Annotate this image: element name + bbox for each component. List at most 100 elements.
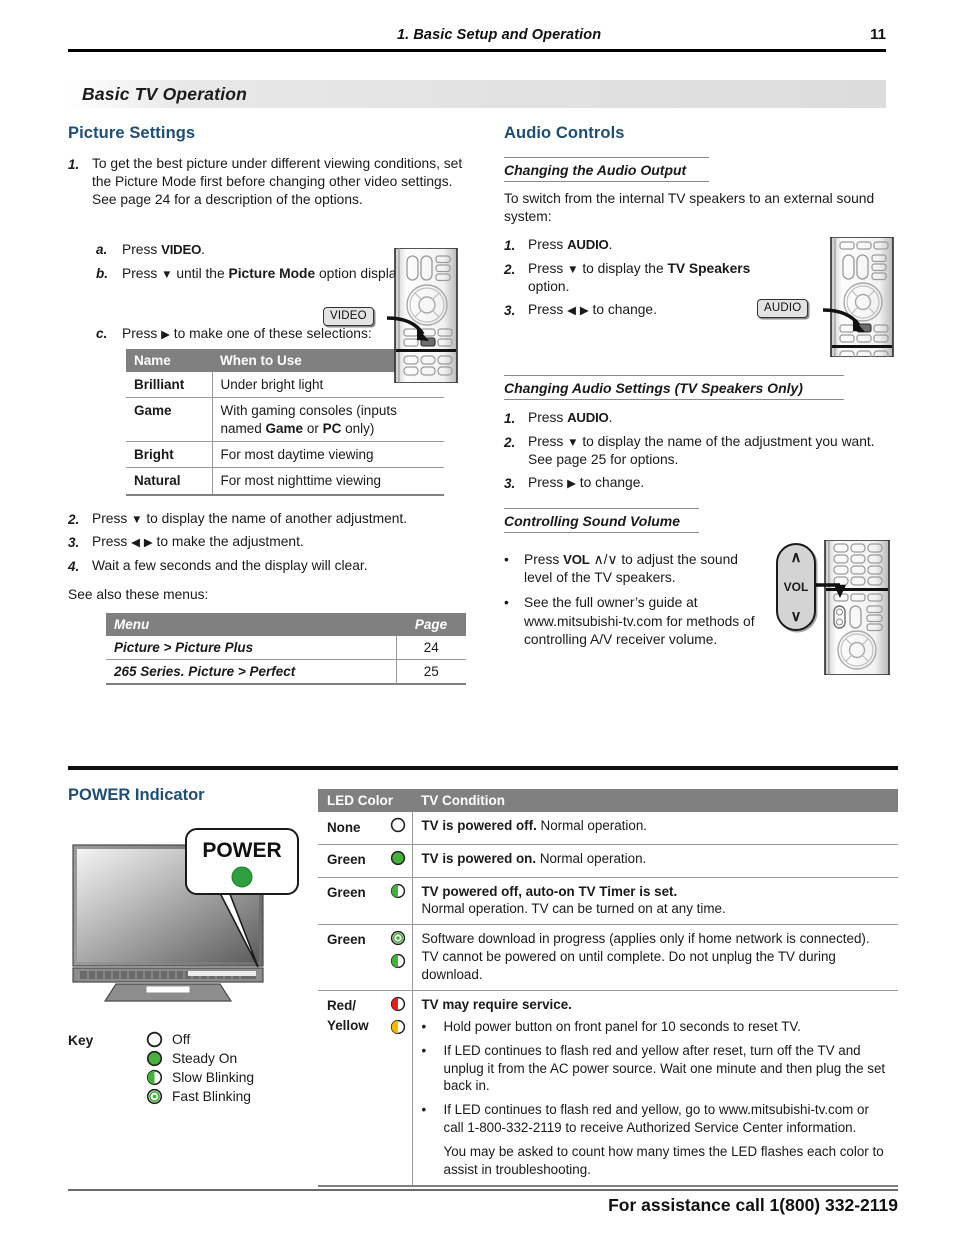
condition-rest: Normal operation. (536, 850, 647, 866)
bullet-text: See the full owner’s guide at www.mitsub… (524, 595, 755, 648)
step-text: To get the best picture under different … (92, 156, 463, 208)
cell-menu-path: Picture > Picture Plus (106, 636, 396, 661)
step-number: 2. (504, 261, 516, 277)
step-text: Press AUDIO. (528, 409, 613, 425)
footer-rule (68, 1189, 898, 1191)
bullet-text: If LED continues to flash red and yellow… (443, 1102, 869, 1136)
list-item: • Hold power button on front panel for 1… (422, 1018, 890, 1036)
arrow-down-icon: ▼ (161, 268, 173, 281)
list-item: • If LED continues to flash red and yell… (422, 1042, 890, 1096)
column-header-name: Name (126, 349, 212, 373)
step-text: Press ▼ to display the name of another a… (92, 510, 408, 526)
arrow-down-icon: ▼ (131, 513, 143, 526)
list-item: 1. To get the best picture under differe… (68, 155, 468, 210)
list-item: 2. Press ▼ to display the name of the ad… (504, 433, 900, 469)
arrow-down-icon: ▼ (567, 263, 579, 276)
list-item: Slow Blinking (146, 1068, 254, 1087)
table-row: Natural For most nighttime viewing (126, 467, 444, 496)
column-header-menu: Menu (106, 613, 396, 637)
cell-when-to-use: For most daytime viewing (212, 441, 444, 469)
section-banner: Basic TV Operation (68, 80, 886, 108)
condition-bold: TV is powered on. (421, 850, 537, 866)
led-off-icon (146, 1031, 172, 1048)
led-color-name: Green (327, 852, 366, 868)
step-text: Press ▶ to change. (528, 474, 645, 490)
chevron-down-icon: ∨ (790, 608, 802, 625)
vol-glyphs: ∧/∨ (593, 551, 618, 567)
led-off-icon (390, 817, 406, 838)
table-row: None TV is powered off. Normal operation… (318, 812, 898, 845)
emphasis: Picture Mode (228, 265, 316, 281)
remote-audio-illustration (822, 236, 894, 360)
led-color-name: Yellow (327, 1017, 369, 1033)
left-column: Picture Settings 1. To get the best pict… (68, 124, 468, 686)
key-label-audio: AUDIO (567, 236, 609, 252)
tv-callout-power-label: POWER (202, 839, 281, 862)
led-fast-blinking-icon (390, 930, 406, 951)
list-item: 2. Press ▼ to display the name of anothe… (68, 510, 468, 529)
arrow-right-icon: ▶ (143, 537, 153, 550)
key-legend-text: Off (172, 1031, 191, 1047)
picture-settings-steps-2: 2. Press ▼ to display the name of anothe… (68, 510, 468, 576)
cell-mode-name: Game (126, 397, 213, 443)
bullet-text: If LED continues to flash red and yellow… (443, 1042, 886, 1094)
table-row: 265 Series. Picture > Perfect 25 (106, 659, 466, 686)
cell-led-color: Green (318, 924, 413, 991)
list-item: • If LED continues to flash red and yell… (422, 1101, 890, 1137)
led-condition-table-wrap: LED Color TV Condition None TV is powere… (318, 789, 898, 1188)
cell-mode-name: Bright (126, 441, 213, 469)
table-row: Green TV is powered on. Normal operation… (318, 844, 898, 878)
substep-letter: c. (96, 326, 108, 342)
arrow-right-icon: ▶ (579, 304, 589, 317)
condition-rest: Normal operation. TV can be turned on at… (421, 901, 726, 917)
bullet-text: Hold power button on front panel for 10 … (443, 1018, 801, 1034)
key-label-audio: AUDIO (567, 409, 609, 425)
subheading-changing-audio-settings: Changing Audio Settings (TV Speakers Onl… (504, 376, 844, 400)
tv-illustration: POWER (68, 827, 308, 1012)
column-header-tv-condition: TV Condition (412, 789, 898, 812)
section-divider-rule (68, 766, 898, 770)
led-yellow-half-icon (390, 1019, 406, 1040)
key-legend-text: Slow Blinking (172, 1069, 255, 1085)
list-item: 4. Wait a few seconds and the display wi… (68, 557, 468, 576)
led-color-name: None (327, 819, 361, 835)
step-text: Press ▼ to display the TV Speakers optio… (528, 260, 751, 294)
arrow-left-icon: ◀ (567, 304, 576, 317)
led-color-name: Green (327, 932, 366, 948)
remote-figure-audio: AUDIO (757, 236, 899, 360)
led-key-legend: Key Off Steady On Slow Blinking Fast Bli… (68, 1030, 254, 1106)
vol-callout-label: VOL (783, 580, 809, 594)
bullet-icon: • (421, 1018, 427, 1034)
cell-page: 25 (395, 659, 466, 686)
step-number: 3. (504, 475, 516, 491)
see-also-label: See also these menus: (68, 586, 209, 602)
list-item: Steady On (146, 1049, 254, 1068)
led-slow-blinking-icon (390, 883, 406, 904)
condition-bold: TV may require service. (421, 996, 572, 1012)
step-number: 2. (68, 511, 80, 527)
led-red-half-icon (390, 996, 406, 1017)
cell-when-to-use: For most nighttime viewing (212, 467, 444, 496)
bullet-icon: • (504, 551, 509, 567)
column-header-led-color: LED Color (318, 789, 412, 812)
chevron-up-icon: ∧ (790, 549, 802, 566)
audio-output-intro: To switch from the internal TV speakers … (504, 191, 875, 225)
step-text: Press ◀ ▶ to make the adjustment. (92, 534, 304, 550)
led-steady-on-icon (146, 1050, 172, 1067)
bullet-icon: • (421, 1042, 427, 1058)
picture-settings-steps: 1. To get the best picture under differe… (68, 155, 468, 210)
related-menus-table: Menu Page Picture > Picture Plus 24 265 … (106, 613, 466, 686)
column-header-page: Page (396, 613, 466, 637)
step-number: 1. (504, 237, 516, 253)
step-text: Wait a few seconds and the display will … (92, 558, 368, 574)
manual-page: 1. Basic Setup and Operation 11 Basic TV… (0, 0, 954, 1235)
service-note: You may be asked to count how many times… (443, 1144, 884, 1178)
arrow-down-icon: ▼ (567, 436, 579, 449)
led-slow-blinking-icon (390, 953, 406, 974)
key-legend-items: Off Steady On Slow Blinking Fast Blinkin… (146, 1030, 254, 1106)
cell-mode-name: Brilliant (126, 372, 213, 399)
table-row: Picture > Picture Plus 24 (106, 636, 466, 661)
step-number: 1. (504, 410, 516, 426)
list-item: 3. Press ◀ ▶ to make the adjustment. (68, 533, 468, 552)
table-row: Bright For most daytime viewing (126, 441, 444, 469)
